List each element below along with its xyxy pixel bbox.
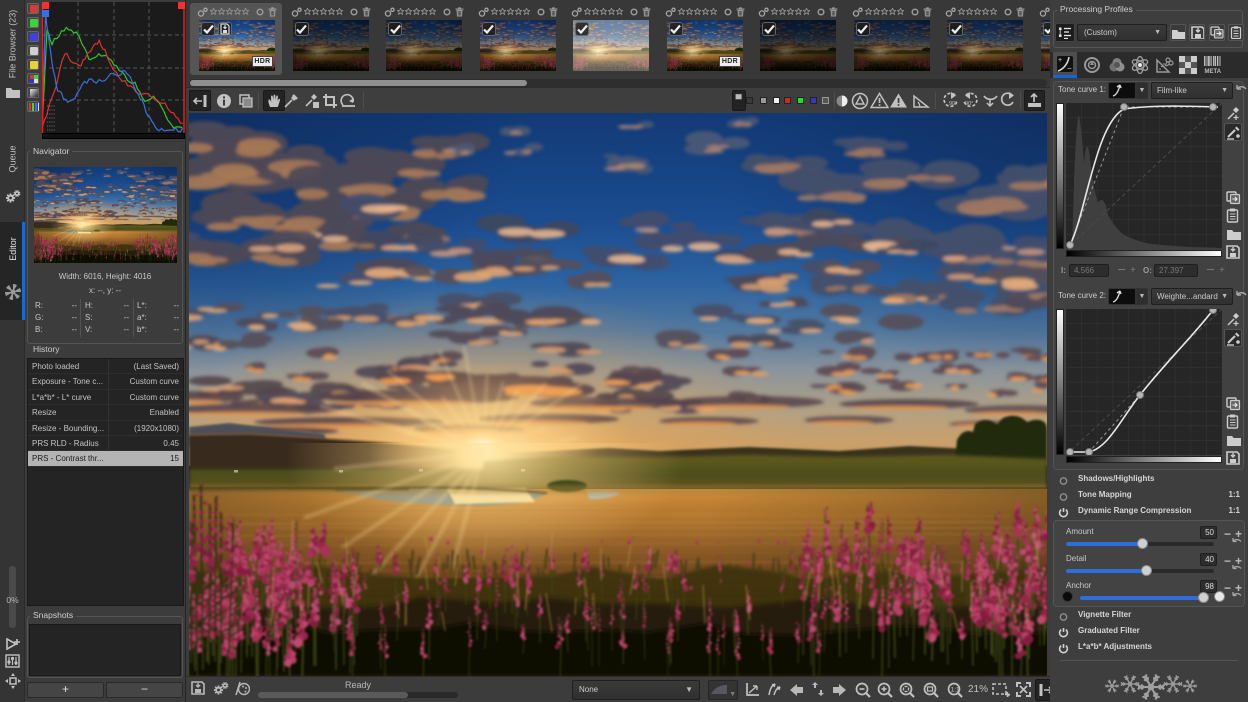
svg-text:90°: 90°	[965, 101, 973, 107]
svg-text:1:1: 1:1	[951, 687, 960, 694]
svg-text:+: +	[1058, 57, 1062, 64]
svg-text:90°: 90°	[949, 101, 957, 107]
svg-text:META: META	[1205, 69, 1222, 74]
svg-text:−: −	[1067, 64, 1072, 73]
